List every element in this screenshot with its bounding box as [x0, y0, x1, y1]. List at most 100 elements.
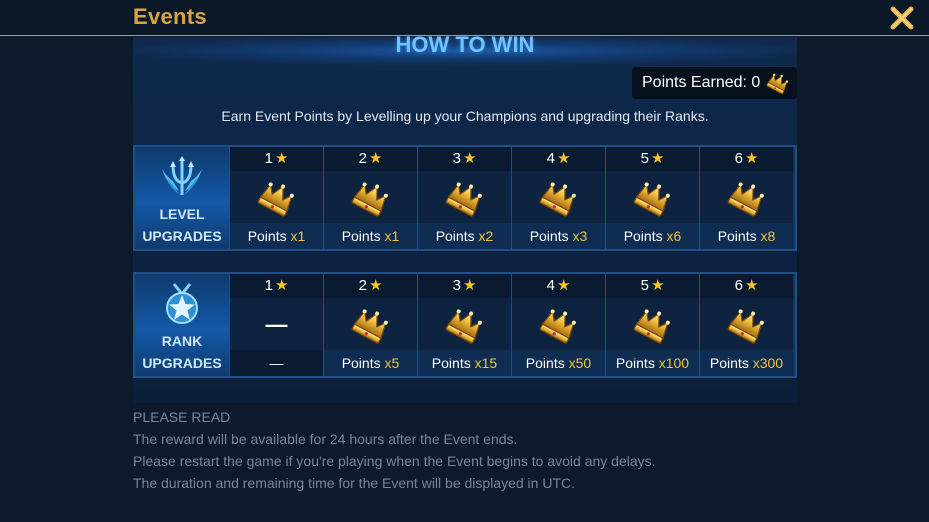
star-count-number: 3	[452, 150, 461, 167]
crown-icon	[727, 306, 767, 344]
points-label: Points	[247, 228, 287, 244]
points-multiplier: Points x5	[324, 350, 417, 376]
how-to-win-banner: HOW TO WIN	[133, 34, 797, 65]
points-label: Points	[341, 355, 381, 371]
level-upgrade-cell: 3 ★ Points x2	[417, 147, 511, 249]
star-count: 2 ★	[324, 274, 417, 298]
points-multiplier: Points x8	[700, 223, 793, 249]
points-earned-badge: Points Earned: 0	[632, 67, 797, 99]
rank-upgrades-header: RANK UPGRADES	[135, 274, 229, 376]
upgrades-label: UPGRADES	[142, 228, 222, 244]
star-icon: ★	[368, 150, 383, 167]
star-count-number: 6	[734, 150, 743, 167]
points-label: Points	[529, 228, 569, 244]
level-upgrades-table: LEVEL UPGRADES 1 ★ Points x1 2 ★ Points x1 3 ★ P…	[133, 145, 797, 251]
level-upgrade-cell: 1 ★ Points x1	[229, 147, 323, 249]
points-multiplier: Points x6	[606, 223, 699, 249]
crown-icon	[351, 306, 391, 344]
upgrades-label: UPGRADES	[142, 355, 222, 371]
star-count: 3 ★	[418, 274, 511, 298]
points-label: Points	[615, 355, 655, 371]
star-count-number: 4	[546, 150, 555, 167]
events-header: Events	[0, 0, 929, 36]
star-icon: ★	[744, 150, 759, 167]
please-read-section: PLEASE READ The reward will be available…	[133, 406, 833, 494]
rank-label: RANK	[161, 333, 203, 349]
crown-icon	[445, 179, 485, 217]
star-icon: ★	[650, 150, 665, 167]
multiplier-value: x300	[752, 355, 784, 371]
star-icon: ★	[556, 150, 571, 167]
star-count: 6 ★	[700, 274, 793, 298]
multiplier-value: x100	[658, 355, 690, 371]
rank-upgrade-cell: 6 ★ Points x300	[699, 274, 793, 376]
level-upgrade-cell: 4 ★ Points x3	[511, 147, 605, 249]
points-multiplier: Points x100	[606, 350, 699, 376]
points-label: Points	[431, 355, 471, 371]
star-count-number: 5	[640, 150, 649, 167]
points-multiplier: Points x3	[512, 223, 605, 249]
star-count-number: 3	[452, 277, 461, 294]
star-icon: ★	[650, 277, 665, 294]
crown-icon	[257, 179, 297, 217]
multiplier-value: x1	[290, 228, 306, 244]
star-count: 5 ★	[606, 147, 699, 171]
points-multiplier: Points x15	[418, 350, 511, 376]
star-count: 4 ★	[512, 274, 605, 298]
close-x-icon[interactable]	[889, 5, 915, 31]
multiplier-value: x6	[666, 228, 682, 244]
points-label: Points	[525, 355, 565, 371]
rank-cell-1-star: 1 ★ — —	[229, 274, 323, 376]
rank-upgrades-table: RANK UPGRADES 1 ★ — — 2 ★ Points x5 3 ★ Points…	[133, 272, 797, 378]
star-icon: ★	[274, 150, 289, 167]
crown-icon	[727, 179, 767, 217]
star-icon: ★	[274, 277, 289, 294]
star-count: 6 ★	[700, 147, 793, 171]
crown-icon	[539, 306, 579, 344]
points-multiplier: Points x300	[700, 350, 793, 376]
please-read-line: The reward will be available for 24 hour…	[133, 431, 518, 447]
rank-upgrade-cell: 2 ★ Points x5	[323, 274, 417, 376]
crown-icon	[633, 306, 673, 344]
crown-icon	[633, 179, 673, 217]
please-read-line: Please restart the game if you're playin…	[133, 453, 656, 469]
star-count: 1 ★	[230, 274, 323, 298]
star-count-number: 6	[734, 277, 743, 294]
points-multiplier: Points x50	[512, 350, 605, 376]
star-icon: ★	[744, 277, 759, 294]
no-points-dash: —	[265, 312, 288, 337]
trident-emblem-icon	[162, 156, 202, 195]
points-multiplier: Points x1	[230, 223, 323, 249]
points-earned-label: Points Earned: 0	[642, 74, 761, 91]
star-count-number: 4	[546, 277, 555, 294]
star-count-number: 1	[264, 150, 273, 167]
multiplier-value: x1	[384, 228, 400, 244]
star-medal-icon	[166, 283, 198, 324]
points-multiplier: Points x2	[418, 223, 511, 249]
level-label: LEVEL	[159, 206, 205, 222]
multiplier-value: x50	[568, 355, 592, 371]
multiplier-value: x8	[760, 228, 776, 244]
please-read-line: The duration and remaining time for the …	[133, 475, 575, 491]
points-label: Points	[709, 355, 749, 371]
level-upgrade-cell: 5 ★ Points x6	[605, 147, 699, 249]
level-upgrade-cell: 2 ★ Points x1	[323, 147, 417, 249]
star-count: 4 ★	[512, 147, 605, 171]
star-count-number: 5	[640, 277, 649, 294]
points-label: Points	[623, 228, 663, 244]
points-multiplier: Points x1	[324, 223, 417, 249]
star-count: 3 ★	[418, 147, 511, 171]
points-label: Points	[341, 228, 381, 244]
star-count-number: 2	[358, 277, 367, 294]
how-to-win-panel: HOW TO WIN Points Earned: 0 Earn Event P…	[133, 34, 797, 403]
rank-upgrade-cell: 5 ★ Points x100	[605, 274, 699, 376]
star-count: 1 ★	[230, 147, 323, 171]
star-count: 5 ★	[606, 274, 699, 298]
rank-upgrade-cell: 3 ★ Points x15	[417, 274, 511, 376]
points-label: Points	[435, 228, 475, 244]
crown-icon	[351, 179, 391, 217]
crown-icon	[766, 71, 790, 95]
star-count: 2 ★	[324, 147, 417, 171]
star-icon: ★	[462, 277, 477, 294]
star-count-number: 2	[358, 150, 367, 167]
